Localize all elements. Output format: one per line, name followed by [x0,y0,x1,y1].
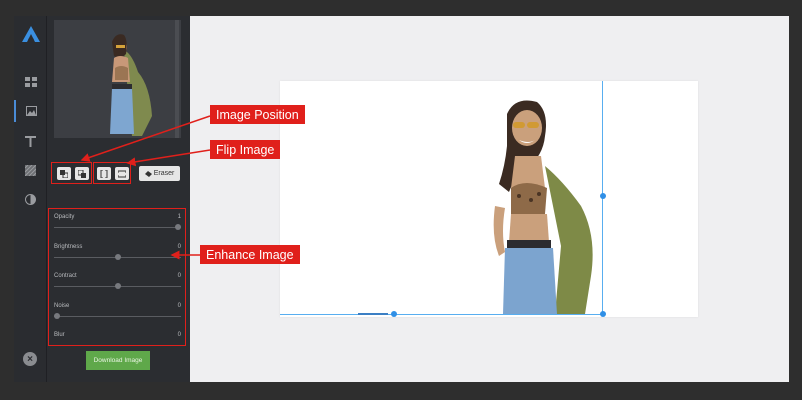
selection-edge-bottom [280,314,603,315]
image-position-highlight [51,162,92,184]
rail-item-adjust[interactable] [14,188,47,210]
eraser-button[interactable]: Eraser [139,166,180,181]
thumbnail-scrollbar[interactable] [175,20,179,138]
texture-pattern-icon [25,164,36,176]
rail-item-texture[interactable] [14,159,47,181]
rail-item-text[interactable] [14,130,47,152]
layout-grid-icon [24,77,37,87]
resize-handle-right[interactable] [600,193,606,199]
eraser-button-label: Eraser [153,170,175,177]
text-icon [25,135,36,147]
icon-rail: × [14,16,47,382]
app-logo-icon [22,26,40,42]
model-thumbnail-image [110,34,152,136]
selection-edge-highlight [358,313,388,315]
eraser-icon [144,170,152,177]
flip-image-callout: Flip Image [210,140,281,159]
contrast-icon [25,193,36,205]
resize-handle-bottom-right[interactable] [600,311,606,317]
image-thumbnail[interactable] [54,20,181,138]
image-icon [26,106,37,116]
enhance-image-highlight [48,208,186,346]
image-position-callout: Image Position [210,105,305,124]
model-photo[interactable] [485,96,595,316]
rail-item-layout[interactable] [14,71,47,93]
flip-image-highlight [93,162,131,184]
design-canvas[interactable] [280,81,698,317]
canvas-workarea [190,16,789,382]
close-icon[interactable]: × [23,352,37,366]
enhance-image-callout: Enhance Image [200,245,300,264]
download-image-button[interactable]: Download Image [86,351,150,370]
rail-item-image[interactable] [14,100,47,122]
resize-handle-bottom[interactable] [391,311,397,317]
